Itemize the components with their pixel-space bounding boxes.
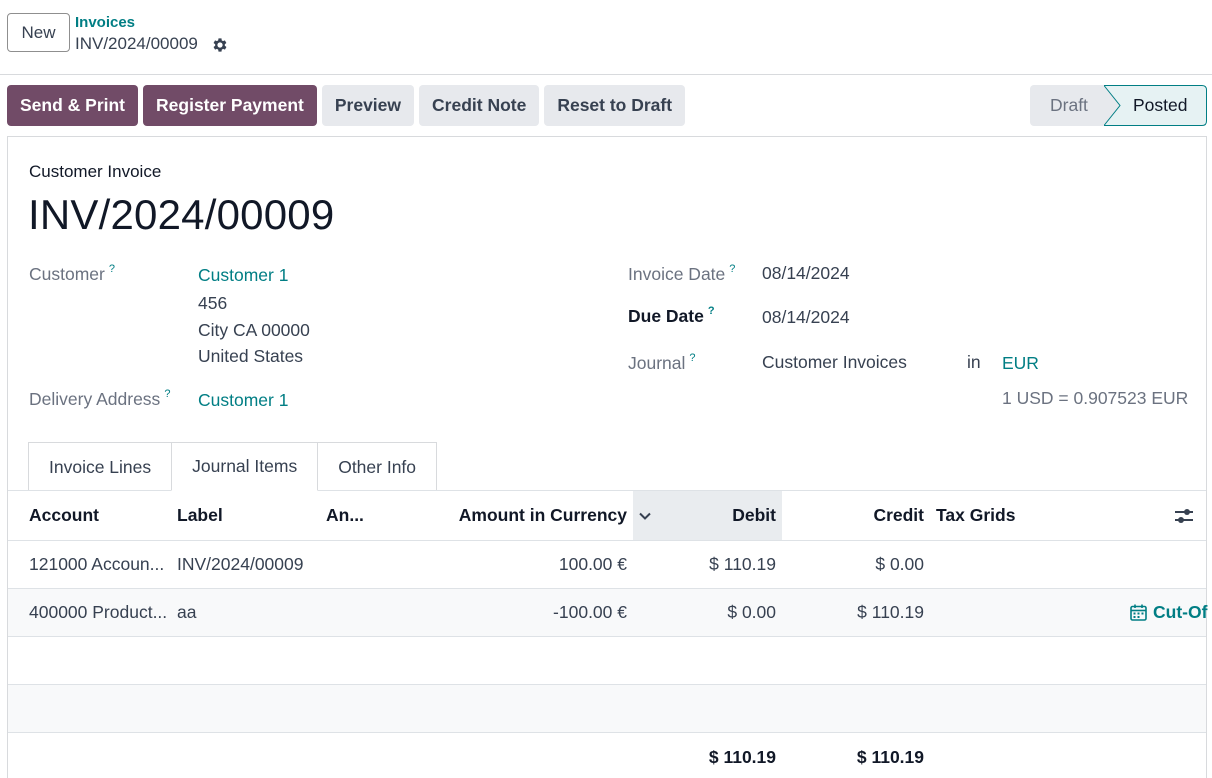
cell-account[interactable]: 400000 Product... [29,589,167,636]
customer-address-line3: United States [198,346,304,366]
send-print-button[interactable]: Send & Print [7,85,139,126]
tab-other-info[interactable]: Other Info [317,442,438,491]
table-row[interactable]: 121000 Accoun... INV/2024/00009 100.00 €… [8,541,1206,589]
reset-to-draft-button[interactable]: Reset to Draft [544,85,686,126]
calendar-icon [1130,604,1147,621]
journal-label: Journal? [628,352,696,373]
cell-amount-currency[interactable]: 100.00 € [428,541,627,588]
table-header: Account Label An... Amount in Currency D… [8,490,1206,541]
help-tooltip-icon[interactable]: ? [109,263,115,275]
column-header-credit[interactable]: Credit [838,491,924,540]
new-button[interactable]: New [7,13,70,52]
document-type: Customer Invoice [29,162,162,181]
journal-items-table: Account Label An... Amount in Currency D… [8,490,1207,778]
chevron-down-icon[interactable] [638,491,652,540]
due-date-field[interactable]: 08/14/2024 [762,307,850,328]
invoice-date-label: Invoice Date? [628,263,736,284]
help-tooltip-icon[interactable]: ? [708,305,715,317]
table-totals-row: $ 110.19 $ 110.19 [8,733,1206,778]
register-payment-button[interactable]: Register Payment [143,85,317,126]
cell-label[interactable]: aa [177,589,196,636]
cell-debit[interactable]: $ 110.19 [688,541,776,588]
journal-in-text: in [967,352,981,372]
action-buttons: Send & Print Register Payment Preview Cr… [7,85,686,126]
due-date-label: Due Date? [628,305,715,326]
optional-columns-icon[interactable] [1174,491,1194,540]
gear-icon[interactable] [211,36,229,54]
credit-note-button[interactable]: Credit Note [419,85,540,126]
customer-address-line1: 456 [198,293,228,313]
form-sheet: Customer Invoice INV/2024/00009 Customer… [7,136,1207,778]
breadcrumb-invoices-link[interactable]: Invoices [75,14,135,31]
table-row-empty [8,637,1206,685]
column-header-tax-grids[interactable]: Tax Grids [936,491,1015,540]
cell-account[interactable]: 121000 Accoun... [29,541,164,588]
delivery-address-field[interactable]: Customer 1 [198,390,288,411]
total-debit: $ 110.19 [708,746,776,767]
table-row[interactable]: 400000 Product... aa -100.00 € $ 0.00 $ … [8,589,1207,637]
cutoff-button[interactable]: Cut-Of [1130,589,1207,636]
customer-address-line2: City CA 00000 [198,320,310,340]
tab-journal-items[interactable]: Journal Items [171,442,319,491]
cell-debit[interactable]: $ 0.00 [688,589,776,636]
help-tooltip-icon[interactable]: ? [689,352,695,364]
column-header-label[interactable]: Label [177,491,223,540]
notebook-tabs: Invoice Lines Journal Items Other Info [28,442,438,491]
cell-amount-currency[interactable]: -100.00 € [428,589,627,636]
total-credit: $ 110.19 [856,746,924,767]
cell-credit[interactable]: $ 0.00 [838,541,924,588]
currency-field[interactable]: EUR [1002,353,1039,374]
invoice-date-field[interactable]: 08/14/2024 [762,263,850,284]
delivery-address-label: Delivery Address? [29,388,171,409]
preview-button[interactable]: Preview [321,85,415,126]
cell-credit[interactable]: $ 110.19 [838,589,924,636]
help-tooltip-icon[interactable]: ? [729,263,735,275]
exchange-rate: 1 USD = 0.907523 EUR [1002,388,1189,408]
customer-field[interactable]: Customer 1 [198,265,288,286]
column-header-debit[interactable]: Debit [688,491,776,540]
column-header-account[interactable]: Account [29,491,99,540]
cutoff-label: Cut-Of [1153,602,1208,622]
table-row-empty [8,685,1206,733]
tab-invoice-lines[interactable]: Invoice Lines [28,442,173,491]
control-panel: New Invoices INV/2024/00009 [0,0,1212,75]
status-bar: Draft Posted [1030,85,1207,126]
breadcrumb-current: INV/2024/00009 [75,34,198,53]
invoice-number: INV/2024/00009 [28,191,335,238]
cell-label[interactable]: INV/2024/00009 [177,541,304,588]
status-posted[interactable]: Posted [1133,85,1187,126]
customer-label: Customer? [29,263,115,284]
column-header-analytic[interactable]: An... [326,491,364,540]
column-header-amount-currency[interactable]: Amount in Currency [428,491,627,540]
journal-field[interactable]: Customer Invoices [762,352,907,373]
help-tooltip-icon[interactable]: ? [164,388,170,400]
